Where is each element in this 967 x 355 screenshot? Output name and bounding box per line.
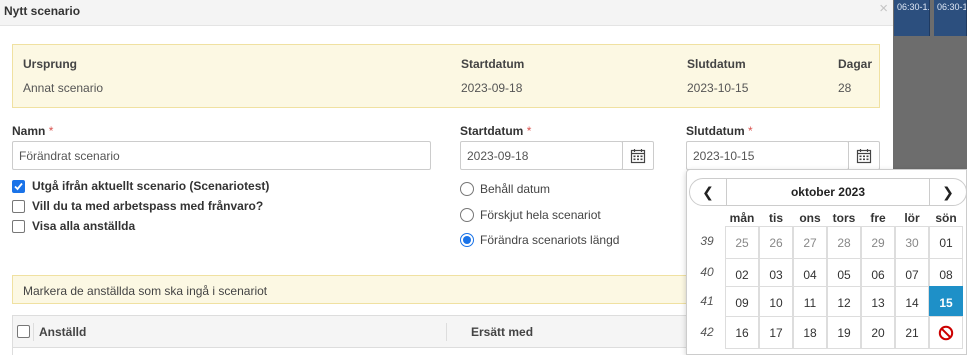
column-employee[interactable]: Anställd xyxy=(39,325,86,339)
checkbox-label: Utgå ifrån aktuellt scenario (Scenariote… xyxy=(32,179,270,193)
start-date-label: Startdatum * xyxy=(460,124,532,138)
radio[interactable] xyxy=(460,208,474,222)
check-icon xyxy=(14,182,23,190)
checkbox-label: Visa alla anställda xyxy=(32,219,136,233)
calendar-day[interactable]: 30 xyxy=(895,226,929,259)
required-mark: * xyxy=(526,124,532,138)
datepicker-popup: ❮ oktober 2023 ❯ mån tis ons tors fre lö… xyxy=(686,169,967,355)
start-value: 2023-09-18 xyxy=(461,81,523,95)
calendar-day[interactable]: 19 xyxy=(827,316,861,349)
weekday-header: ons xyxy=(799,211,821,225)
modal-title: Nytt scenario xyxy=(4,4,81,18)
origin-info-box: Ursprung Startdatum Slutdatum Dagar Anna… xyxy=(12,44,880,108)
close-icon[interactable]: × xyxy=(879,0,888,17)
calendar-day[interactable]: 25 xyxy=(725,226,759,259)
radio-label: Förändra scenariots längd xyxy=(480,233,620,247)
column-replace-with[interactable]: Ersätt med xyxy=(471,325,533,339)
radio-keep-dates[interactable]: Behåll datum xyxy=(460,181,550,197)
calendar-day-disabled xyxy=(929,316,963,349)
week-number: 42 xyxy=(700,325,714,339)
calendar-day[interactable]: 21 xyxy=(895,316,929,349)
checkbox-include-absence-shifts[interactable]: Vill du ta med arbetspass med frånvaro? xyxy=(12,198,263,214)
checkbox[interactable] xyxy=(12,199,25,213)
calendar-day[interactable]: 26 xyxy=(759,226,793,259)
weekday-header: sön xyxy=(935,211,957,225)
week-number: 39 xyxy=(700,234,714,248)
days-value: 28 xyxy=(838,81,852,95)
calendar-day[interactable]: 11 xyxy=(793,286,827,319)
calendar-day[interactable]: 29 xyxy=(861,226,895,259)
name-label: Namn * xyxy=(12,124,54,138)
radio-label: Behåll datum xyxy=(480,182,551,196)
weekday-header: mån xyxy=(729,211,755,225)
weekday-header: lör xyxy=(904,211,920,225)
background-shift: 06:30-1... Teampl... xyxy=(894,0,930,36)
origin-value: Annat scenario xyxy=(23,81,104,95)
calendar-icon xyxy=(856,148,872,163)
week-number: 40 xyxy=(700,265,714,279)
name-input[interactable]: Förändrat scenario xyxy=(12,141,431,170)
end-date-input[interactable]: 2023-10-15 xyxy=(686,141,849,170)
calendar-day[interactable]: 12 xyxy=(827,286,861,319)
previous-month-button[interactable]: ❮ xyxy=(689,178,727,206)
end-date-calendar-button[interactable] xyxy=(848,141,880,170)
select-all-checkbox[interactable] xyxy=(17,325,30,338)
background-shift: 06:30-1... Teampl... xyxy=(934,0,967,36)
calendar-day[interactable]: 28 xyxy=(827,226,861,259)
calendar-day[interactable]: 13 xyxy=(861,286,895,319)
days-header: Dagar xyxy=(838,57,873,71)
calendar-day[interactable]: 10 xyxy=(759,286,793,319)
column-divider xyxy=(446,323,447,341)
required-mark: * xyxy=(48,124,54,138)
radio[interactable] xyxy=(460,233,474,247)
weekday-header: tors xyxy=(832,211,856,225)
weekday-header: tis xyxy=(768,211,783,225)
calendar-icon xyxy=(630,148,646,163)
no-entry-icon xyxy=(938,325,954,340)
checkbox-use-current-scenario[interactable]: Utgå ifrån aktuellt scenario (Scenariote… xyxy=(12,178,269,194)
calendar-day-selected[interactable]: 15 xyxy=(929,286,963,319)
calendar-day[interactable]: 14 xyxy=(895,286,929,319)
radio[interactable] xyxy=(460,182,474,196)
end-header: Slutdatum xyxy=(687,57,746,71)
checkbox[interactable] xyxy=(12,219,25,233)
end-value: 2023-10-15 xyxy=(687,81,749,95)
start-date-calendar-button[interactable] xyxy=(622,141,654,170)
checkbox-show-all-employees[interactable]: Visa alla anställda xyxy=(12,218,135,234)
calendar-day[interactable]: 09 xyxy=(725,286,759,319)
next-month-button[interactable]: ❯ xyxy=(929,178,966,206)
calendar-day[interactable]: 01 xyxy=(929,226,963,259)
start-header: Startdatum xyxy=(461,57,525,71)
calendar-day[interactable]: 17 xyxy=(759,316,793,349)
start-date-input[interactable]: 2023-09-18 xyxy=(460,141,623,170)
calendar-day[interactable]: 27 xyxy=(793,226,827,259)
radio-shift-scenario[interactable]: Förskjut hela scenariot xyxy=(460,207,601,223)
column-divider xyxy=(33,323,34,341)
end-date-label: Slutdatum * xyxy=(686,124,753,138)
radio-label: Förskjut hela scenariot xyxy=(480,208,601,222)
checkbox[interactable] xyxy=(12,179,25,193)
origin-header: Ursprung xyxy=(23,57,77,71)
calendar-day[interactable]: 18 xyxy=(793,316,827,349)
weekday-header: fre xyxy=(870,211,886,225)
modal-header: Nytt scenario × xyxy=(0,0,893,26)
month-title[interactable]: oktober 2023 xyxy=(727,178,929,206)
checkbox-label: Vill du ta med arbetspass med frånvaro? xyxy=(32,199,264,213)
required-mark: * xyxy=(748,124,753,138)
radio-change-length[interactable]: Förändra scenariots längd xyxy=(460,232,619,248)
calendar-day[interactable]: 16 xyxy=(725,316,759,349)
calendar-day[interactable]: 20 xyxy=(861,316,895,349)
week-number: 41 xyxy=(700,294,714,308)
